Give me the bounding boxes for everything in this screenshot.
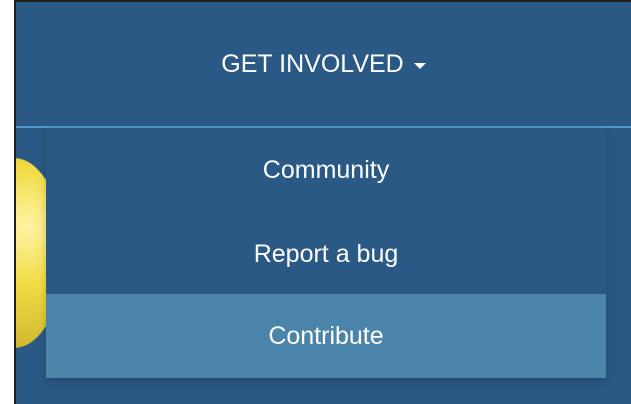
get-involved-dropdown-menu: Community Report a bug Contribute	[46, 128, 606, 378]
menu-item-community[interactable]: Community	[46, 128, 606, 212]
menu-item-label: Report a bug	[253, 239, 399, 268]
browser-viewport: GET INVOLVED Community Report a bug Cont…	[14, 0, 631, 404]
menu-item-label: Contribute	[268, 321, 384, 350]
top-navigation-bar: GET INVOLVED	[16, 2, 631, 128]
menu-item-contribute[interactable]: Contribute	[46, 294, 606, 378]
caret-down-icon	[413, 62, 426, 69]
get-involved-label: GET INVOLVED	[221, 49, 404, 78]
menu-item-report-a-bug[interactable]: Report a bug	[46, 212, 606, 296]
menu-item-label: Community	[262, 155, 390, 184]
get-involved-dropdown-toggle[interactable]: GET INVOLVED	[16, 44, 631, 84]
